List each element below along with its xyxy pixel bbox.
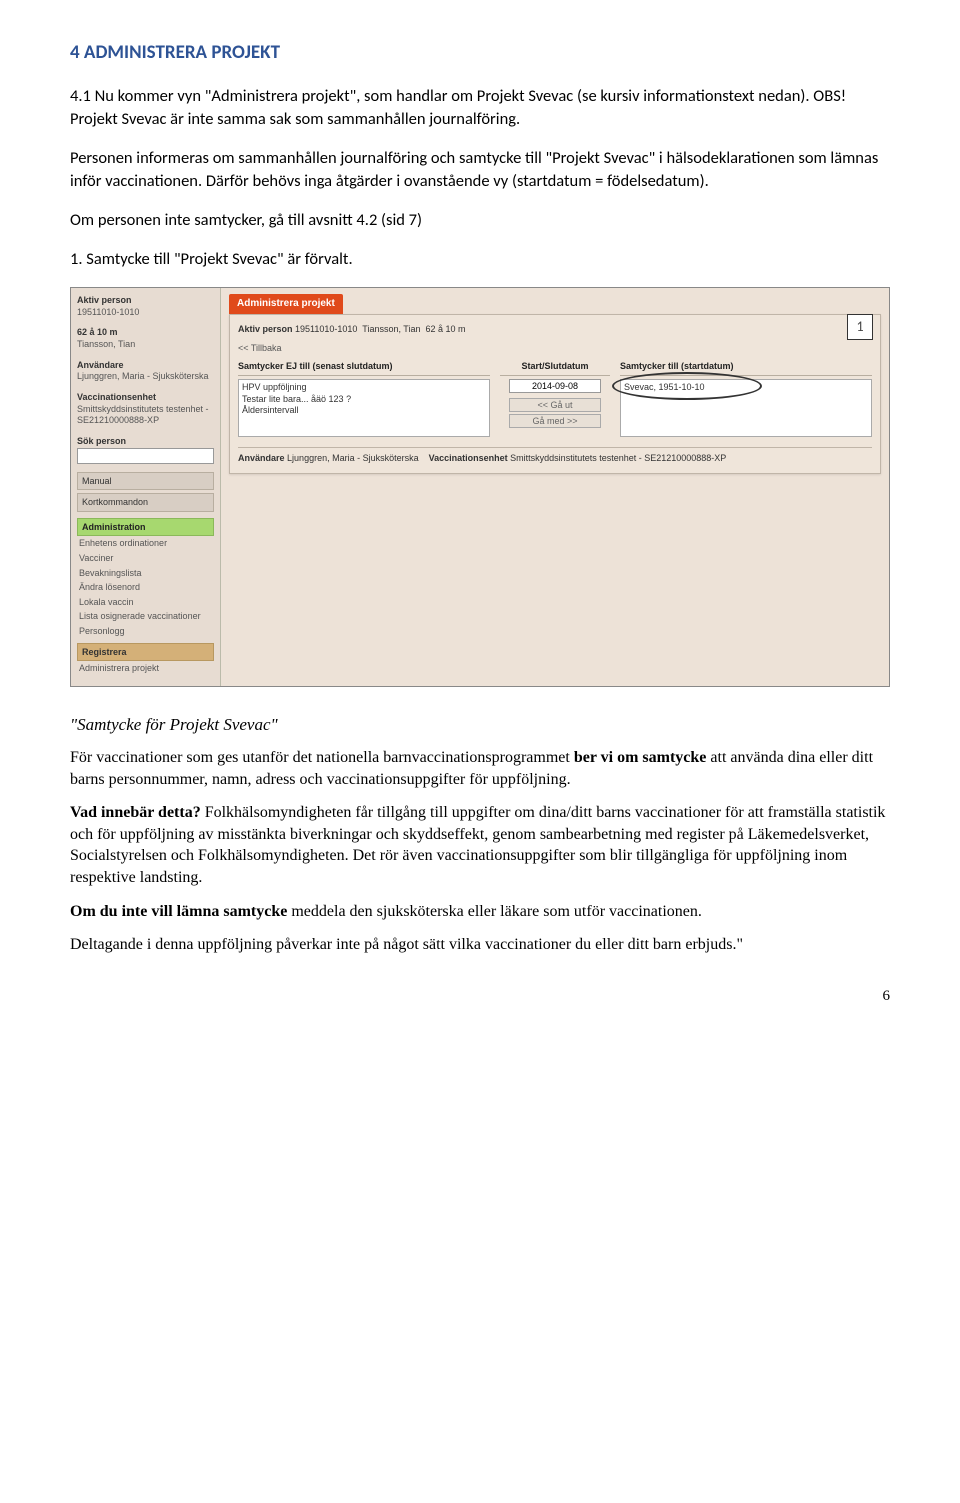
- user-value: Ljunggren, Maria - Sjuksköterska: [77, 371, 214, 383]
- panel-top-row: Aktiv person 19511010-1010 Tiansson, Tia…: [238, 323, 872, 336]
- not-consenting-list[interactable]: HPV uppföljning Testar lite bara... åäö …: [238, 379, 490, 437]
- administrera-projekt-link[interactable]: Administrera projekt: [77, 661, 214, 676]
- col3-header: Samtycker till (startdatum): [620, 360, 872, 376]
- active-tab[interactable]: Administrera projekt: [229, 294, 343, 314]
- toprow-id: 19511010-1010: [295, 324, 357, 334]
- date-input[interactable]: [509, 379, 601, 393]
- col-not-consenting: Samtycker EJ till (senast slutdatum) HPV…: [238, 360, 490, 437]
- col1-header: Samtycker EJ till (senast slutdatum): [238, 360, 490, 376]
- search-input[interactable]: [77, 448, 214, 464]
- admin-item[interactable]: Personlogg: [77, 624, 214, 639]
- paragraph-4: 1. Samtycke till "Projekt Svevac" är för…: [70, 248, 890, 271]
- active-person-label: Aktiv person: [77, 294, 214, 307]
- go-out-button[interactable]: << Gå ut: [509, 398, 601, 412]
- main-panel: Aktiv person 19511010-1010 Tiansson, Tia…: [229, 314, 881, 473]
- toprow-prefix: Aktiv person: [238, 324, 293, 334]
- search-label: Sök person: [77, 435, 214, 448]
- sidebar-user: Användare Ljunggren, Maria - Sjuksköters…: [77, 359, 214, 383]
- main-pane: Administrera projekt Aktiv person 195110…: [221, 288, 889, 686]
- active-person-value: 19511010-1010: [77, 307, 214, 319]
- vaccunit-value: Smittskyddsinstitutets testenhet - SE212…: [77, 404, 214, 427]
- admin-header[interactable]: Administration: [77, 518, 214, 537]
- admin-item[interactable]: Lokala vaccin: [77, 595, 214, 610]
- page-number: 6: [70, 986, 890, 1007]
- registrera-header[interactable]: Registrera: [77, 643, 214, 662]
- manual-link[interactable]: Manual: [77, 472, 214, 491]
- person-name: Tiansson, Tian: [77, 339, 214, 351]
- admin-item[interactable]: Vacciner: [77, 551, 214, 566]
- col-consenting: Samtycker till (startdatum) Svevac, 1951…: [620, 360, 872, 437]
- user-label: Användare: [77, 359, 214, 372]
- paragraph-2: Personen informeras om sammanhållen jour…: [70, 147, 890, 193]
- quote-p1: För vaccinationer som ges utanför det na…: [70, 747, 890, 790]
- shortcuts-link[interactable]: Kortkommandon: [77, 493, 214, 512]
- sidebar-active-person: Aktiv person 19511010-1010: [77, 294, 214, 318]
- paragraph-1: 4.1 Nu kommer vyn "Administrera projekt"…: [70, 85, 890, 131]
- col-date-actions: Start/Slutdatum << Gå ut Gå med >>: [500, 360, 610, 430]
- footer-user-label: Användare: [238, 453, 285, 463]
- app-screenshot: Aktiv person 19511010-1010 62 å 10 m Tia…: [70, 287, 890, 687]
- admin-item[interactable]: Lista osignerade vaccinationer: [77, 609, 214, 624]
- footer-vaccunit-label: Vaccinationsenhet: [429, 453, 508, 463]
- sidebar-age-name: 62 å 10 m Tiansson, Tian: [77, 326, 214, 350]
- footer-vaccunit-value: Smittskyddsinstitutets testenhet - SE212…: [510, 453, 726, 463]
- q3a: Om du inte vill lämna samtycke: [70, 903, 287, 920]
- q2a: Vad innebär detta?: [70, 804, 201, 821]
- back-link[interactable]: << Tillbaka: [238, 342, 872, 355]
- sidebar-search: Sök person: [77, 435, 214, 464]
- q1a: För vaccinationer som ges utanför det na…: [70, 749, 574, 766]
- age-label: 62 å 10 m: [77, 326, 214, 339]
- vaccunit-label: Vaccinationsenhet: [77, 391, 214, 404]
- footer-user-value: Ljunggren, Maria - Sjuksköterska: [287, 453, 419, 463]
- quote-p4: Deltagande i denna uppföljning påverkar …: [70, 934, 890, 956]
- columns: Samtycker EJ till (senast slutdatum) HPV…: [238, 360, 872, 437]
- toprow-name: Tiansson, Tian: [362, 324, 420, 334]
- callout-1: 1: [847, 314, 873, 340]
- sidebar: Aktiv person 19511010-1010 62 å 10 m Tia…: [71, 288, 221, 686]
- quoted-text: För vaccinationer som ges utanför det na…: [70, 747, 890, 956]
- section-heading: 4 ADMINISTRERA PROJEKT: [70, 40, 890, 67]
- admin-item[interactable]: Bevakningslista: [77, 566, 214, 581]
- quote-p2: Vad innebär detta? Folkhälsomyndigheten …: [70, 802, 890, 888]
- panel-footer: Användare Ljunggren, Maria - Sjuksköters…: [238, 447, 872, 465]
- admin-item[interactable]: Ändra lösenord: [77, 580, 214, 595]
- go-in-button[interactable]: Gå med >>: [509, 414, 601, 428]
- consenting-list[interactable]: Svevac, 1951-10-10: [620, 379, 872, 437]
- col2-header: Start/Slutdatum: [500, 360, 610, 376]
- sidebar-vaccunit: Vaccinationsenhet Smittskyddsinstitutets…: [77, 391, 214, 427]
- quote-heading: "Samtycke för Projekt Svevac": [70, 713, 890, 737]
- paragraph-3: Om personen inte samtycker, gå till avsn…: [70, 209, 890, 232]
- q1b: ber vi om samtycke: [574, 749, 707, 766]
- admin-item[interactable]: Enhetens ordinationer: [77, 536, 214, 551]
- toprow-age: 62 å 10 m: [426, 324, 466, 334]
- q3b: meddela den sjuksköterska eller läkare s…: [287, 903, 702, 920]
- quote-p3: Om du inte vill lämna samtycke meddela d…: [70, 901, 890, 923]
